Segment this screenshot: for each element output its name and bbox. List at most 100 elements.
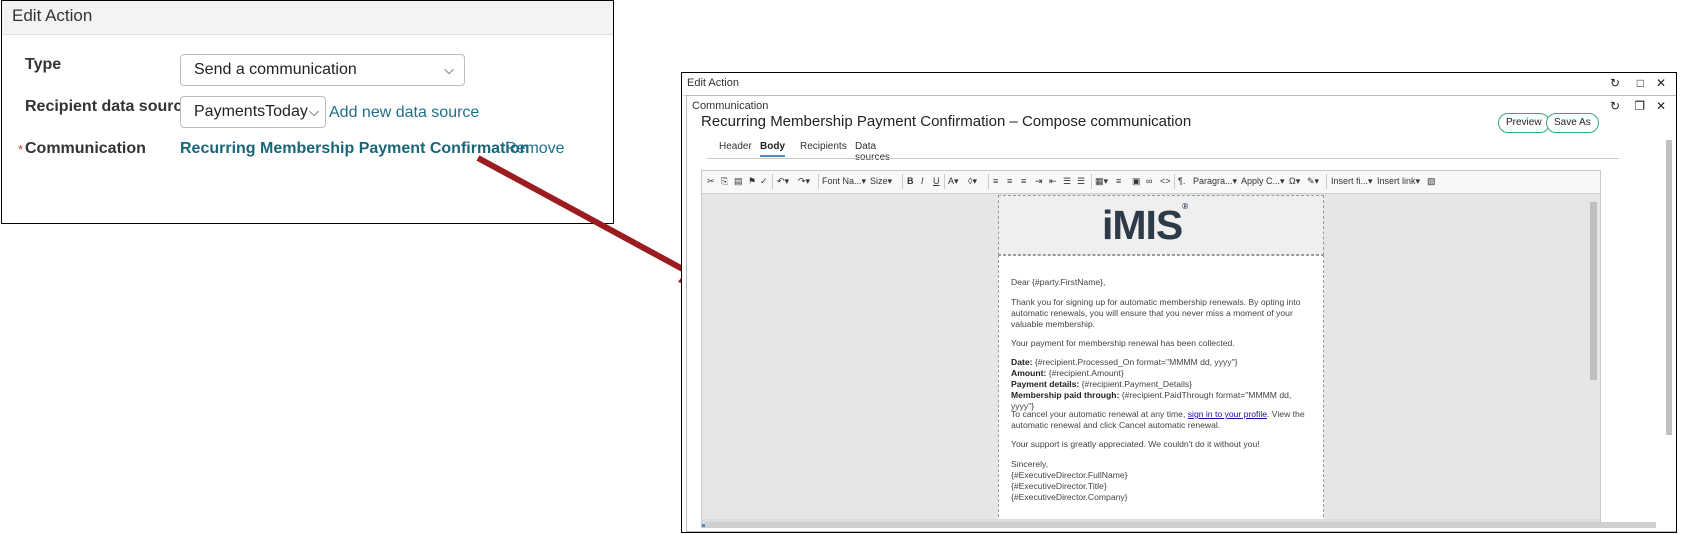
font-size-dropdown[interactable]: Size▾	[870, 176, 892, 187]
amount-value: {#recipient.Amount}	[1046, 368, 1124, 378]
paid-through-label: Membership paid through:	[1011, 390, 1120, 400]
apply-class-dropdown[interactable]: Apply C...▾	[1241, 176, 1285, 187]
signature-name: {#ExecutiveDirector.FullName}	[1011, 470, 1128, 480]
close-icon[interactable]: ✕	[1656, 76, 1666, 90]
font-size-label: Size	[870, 176, 888, 186]
numbered-list-icon[interactable]: ☰	[1063, 176, 1071, 187]
email-body[interactable]: Dear {#party.FirstName}, Thank you for s…	[998, 255, 1324, 527]
window-vertical-scrollbar[interactable]	[1666, 140, 1672, 435]
support-line: Your support is greatly appreciated. We …	[1011, 439, 1260, 449]
bold-icon[interactable]: B	[907, 176, 914, 186]
table-icon[interactable]: ▦▾	[1095, 176, 1108, 187]
signature-company: {#ExecutiveDirector.Company}	[1011, 492, 1128, 502]
toolbar-separator	[818, 174, 819, 189]
greeting: Dear {#party.FirstName},	[1011, 277, 1106, 287]
cancel-paragraph: To cancel your automatic renewal at any …	[1011, 409, 1316, 431]
undo-icon[interactable]: ↶▾	[777, 176, 789, 187]
arrow-shaft	[476, 155, 692, 276]
logo-registered-mark: ®	[1182, 202, 1188, 211]
logo-text: iMIS	[1102, 202, 1183, 248]
imis-logo: iMIS®	[1102, 202, 1188, 249]
maximize-icon[interactable]: □	[1637, 76, 1644, 90]
refresh-icon[interactable]: ↻	[1610, 76, 1620, 90]
underline-icon[interactable]: U	[933, 176, 940, 186]
date-line: Date: {#recipient.Processed_On format="M…	[1011, 357, 1316, 368]
edit-action-window: Edit Action ↻ □ ✕ Communication ↻ ❐ ✕ Re…	[681, 72, 1677, 533]
toolbar-separator	[1091, 174, 1092, 189]
code-icon[interactable]: <>	[1160, 176, 1171, 186]
window-title-bar: Edit Action ↻ □ ✕	[682, 73, 1676, 96]
date-label: Date:	[1011, 357, 1033, 367]
paragraph-format-icon[interactable]: ≡	[1116, 176, 1121, 186]
redo-icon[interactable]: ↷▾	[798, 176, 810, 187]
details-value: {#recipient.Payment_Details}	[1079, 379, 1193, 389]
font-name-dropdown[interactable]: Font Na...▾	[822, 176, 866, 187]
tab-header[interactable]: Header	[719, 141, 752, 152]
insert-link-dropdown[interactable]: Insert link▾	[1377, 176, 1420, 187]
close-icon[interactable]: ✕	[1656, 99, 1666, 113]
copy-icon[interactable]: ⎘	[721, 176, 728, 187]
amount-label: Amount:	[1011, 368, 1047, 378]
omega-icon[interactable]: Ω▾	[1289, 176, 1300, 187]
logo-block: iMIS®	[998, 195, 1324, 255]
window-title: Edit Action	[687, 77, 739, 89]
editor-vertical-scrollbar[interactable]	[1590, 202, 1597, 380]
bullet-list-icon[interactable]: ☰	[1077, 176, 1085, 187]
intro-paragraph: Thank you for signing up for automatic m…	[1011, 297, 1301, 329]
editor-canvas[interactable]: iMIS® Dear {#party.FirstName}, Thank you…	[702, 194, 1600, 527]
insert-link-label: Insert link	[1377, 176, 1416, 186]
tab-divider	[707, 158, 1619, 159]
spellcheck-icon[interactable]: ✓	[760, 176, 768, 187]
show-formatting-icon[interactable]: ¶.	[1178, 176, 1185, 186]
font-color-icon[interactable]: A▾	[948, 176, 959, 187]
align-center-icon[interactable]: ≡	[1007, 176, 1012, 186]
details-label: Payment details:	[1011, 379, 1080, 389]
indent-icon[interactable]: ⇥	[1035, 176, 1043, 187]
compose-title: Recurring Membership Payment Confirmatio…	[701, 113, 1192, 130]
communication-window: Communication ↻ ❐ ✕ Recurring Membership…	[686, 95, 1676, 532]
amount-line: Amount: {#recipient.Amount}	[1011, 368, 1316, 379]
details-line: Payment details: {#recipient.Payment_Det…	[1011, 379, 1316, 390]
image-icon[interactable]: ▣	[1132, 176, 1141, 187]
toolbar-separator	[1326, 174, 1327, 189]
body-editor: ✂ ⎘ ▤ ⚑ ✓ ↶▾ ↷▾ Font Na...▾ Size▾ B I U …	[701, 170, 1601, 528]
apply-class-label: Apply C...	[1241, 176, 1281, 186]
payment-collected: Your payment for membership renewal has …	[1011, 338, 1235, 348]
window-horizontal-scrollbar[interactable]	[705, 522, 1656, 528]
link-icon[interactable]: ∞	[1146, 176, 1152, 186]
paragraph-dropdown[interactable]: Paragra...▾	[1193, 176, 1237, 187]
sign-in-link[interactable]: sign in to your profile	[1188, 409, 1267, 419]
find-icon[interactable]: ⚑	[748, 176, 756, 187]
highlight-icon[interactable]: ◊▾	[968, 176, 977, 187]
source-view-icon[interactable]: ▧	[1427, 176, 1436, 187]
toolbar-separator	[1174, 174, 1175, 189]
refresh-icon[interactable]: ↻	[1610, 99, 1620, 113]
tab-recipients[interactable]: Recipients	[800, 141, 847, 152]
align-right-icon[interactable]: ≡	[1021, 176, 1026, 186]
cancel-pre-text: To cancel your automatic renewal at any …	[1011, 409, 1188, 419]
communication-title: Communication	[692, 100, 769, 112]
signature-title: {#ExecutiveDirector.Title}	[1011, 481, 1107, 491]
tab-data-sources[interactable]: Data sources	[855, 141, 890, 163]
tab-body[interactable]: Body	[760, 141, 785, 157]
preview-button[interactable]: Preview	[1498, 113, 1550, 133]
toolbar-separator	[772, 174, 773, 189]
sincerely-line: Sincerely,	[1011, 459, 1049, 469]
restore-icon[interactable]: ❐	[1634, 99, 1645, 113]
editor-toolbar: ✂ ⎘ ▤ ⚑ ✓ ↶▾ ↷▾ Font Na...▾ Size▾ B I U …	[702, 171, 1600, 194]
toolbar-separator	[902, 174, 903, 189]
insert-field-dropdown[interactable]: Insert fi...▾	[1331, 176, 1373, 187]
paste-icon[interactable]: ▤	[734, 176, 743, 187]
insert-field-label: Insert fi...	[1331, 176, 1369, 186]
save-as-button[interactable]: Save As	[1546, 113, 1599, 133]
italic-icon[interactable]: I	[921, 176, 924, 186]
paragraph-label: Paragra...	[1193, 176, 1233, 186]
font-name-label: Font Na...	[822, 176, 862, 186]
align-left-icon[interactable]: ≡	[993, 176, 998, 186]
toolbar-separator	[944, 174, 945, 189]
format-painter-icon[interactable]: ✎▾	[1307, 176, 1319, 187]
cut-icon[interactable]: ✂	[707, 176, 715, 187]
outdent-icon[interactable]: ⇤	[1049, 176, 1057, 187]
toolbar-separator	[988, 174, 989, 189]
date-value: {#recipient.Processed_On format="MMMM dd…	[1032, 357, 1238, 367]
